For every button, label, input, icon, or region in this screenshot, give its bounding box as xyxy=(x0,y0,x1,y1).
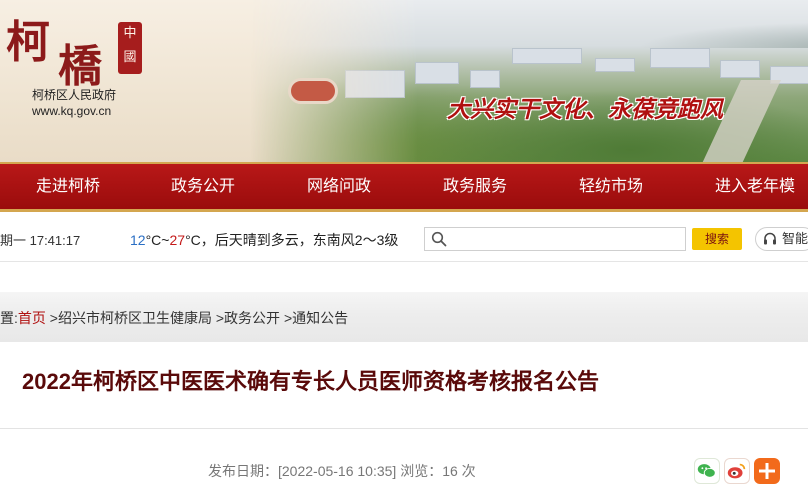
article-meta: 发布日期：[2022-05-16 10:35] 浏览：16 次 xyxy=(208,461,476,481)
banner-slogan: 大兴实干文化、永葆竞跑风 xyxy=(447,96,723,123)
breadcrumb-gov-affairs[interactable]: 政务公开 xyxy=(224,310,280,326)
current-datetime: 期一 17:41:17 xyxy=(0,233,81,248)
logo-character-ke: 柯 xyxy=(6,17,50,68)
info-bar: 期一 17:41:17 12°C~27°C，后天晴到多云，东南风2～3级 xyxy=(0,218,808,262)
breadcrumb-separator: > xyxy=(215,310,225,326)
search-icon xyxy=(431,231,447,247)
views-label: 浏览： xyxy=(400,463,443,479)
nav-item-online-inquiry[interactable]: 网络问政 xyxy=(307,164,371,209)
title-divider xyxy=(0,428,808,429)
nav-item-about[interactable]: 走进柯桥 xyxy=(36,164,100,209)
site-url: www.kq.gov.cn xyxy=(32,104,112,118)
search-button[interactable]: 搜索 xyxy=(692,228,742,250)
logo-character-qiao: 橋 xyxy=(58,41,102,92)
headset-icon xyxy=(764,232,776,245)
wechat-icon xyxy=(697,464,716,478)
breadcrumb-bar: 置:首页 >绍兴市柯桥区卫生健康局 >政务公开 >通知公告 xyxy=(0,292,808,342)
breadcrumb-separator: > xyxy=(283,310,293,326)
temp-high: 27 xyxy=(169,232,186,248)
weather-ticker: 12°C~27°C，后天晴到多云，东南风2～3级 xyxy=(130,232,399,248)
breadcrumb-health-bureau[interactable]: 绍兴市柯桥区卫生健康局 xyxy=(58,310,212,326)
breadcrumb-prefix: 置: xyxy=(0,310,18,326)
publish-date: [2022-05-16 10:35] xyxy=(278,463,397,479)
logo-seal: 中國 xyxy=(118,22,142,74)
publish-date-label: 发布日期： xyxy=(208,463,278,479)
nav-item-gov-services[interactable]: 政务服务 xyxy=(443,164,507,209)
more-share-button[interactable] xyxy=(754,458,780,484)
wechat-share-button[interactable] xyxy=(694,458,720,484)
weibo-share-button[interactable] xyxy=(724,458,750,484)
breadcrumb-separator: > xyxy=(49,310,58,326)
view-count: 16 次 xyxy=(442,463,476,479)
article-title: 2022年柯桥区中医医术确有专长人员医师资格考核报名公告 xyxy=(22,369,599,394)
main-nav: 走进柯桥 政务公开 网络问政 政务服务 轻纺市场 进入老年模 xyxy=(0,162,808,212)
temp-low: 12 xyxy=(130,232,146,248)
page: 柯 橋 中國 柯桥区人民政府 www.kq.gov.cn 大兴实干文化、永葆竞跑… xyxy=(0,0,808,485)
breadcrumb: 置:首页 >绍兴市柯桥区卫生健康局 >政务公开 >通知公告 xyxy=(0,308,348,328)
breadcrumb-notices[interactable]: 通知公告 xyxy=(292,310,348,326)
org-name: 柯桥区人民政府 xyxy=(32,88,117,102)
stadium-track xyxy=(288,78,338,104)
assistant-label: 智能 xyxy=(782,231,808,246)
header-banner: 柯 橋 中國 柯桥区人民政府 www.kq.gov.cn 大兴实干文化、永葆竞跑… xyxy=(0,0,808,162)
search-input[interactable] xyxy=(424,227,686,251)
weather-text: ，后天晴到多云，东南风2～3级 xyxy=(200,232,399,248)
weibo-icon xyxy=(727,463,746,479)
breadcrumb-home[interactable]: 首页 xyxy=(18,310,46,326)
nav-item-textile-market[interactable]: 轻纺市场 xyxy=(579,164,643,209)
nav-item-gov-affairs[interactable]: 政务公开 xyxy=(171,164,235,209)
plus-icon xyxy=(759,463,775,479)
nav-item-elderly-mode[interactable]: 进入老年模 xyxy=(715,164,795,209)
